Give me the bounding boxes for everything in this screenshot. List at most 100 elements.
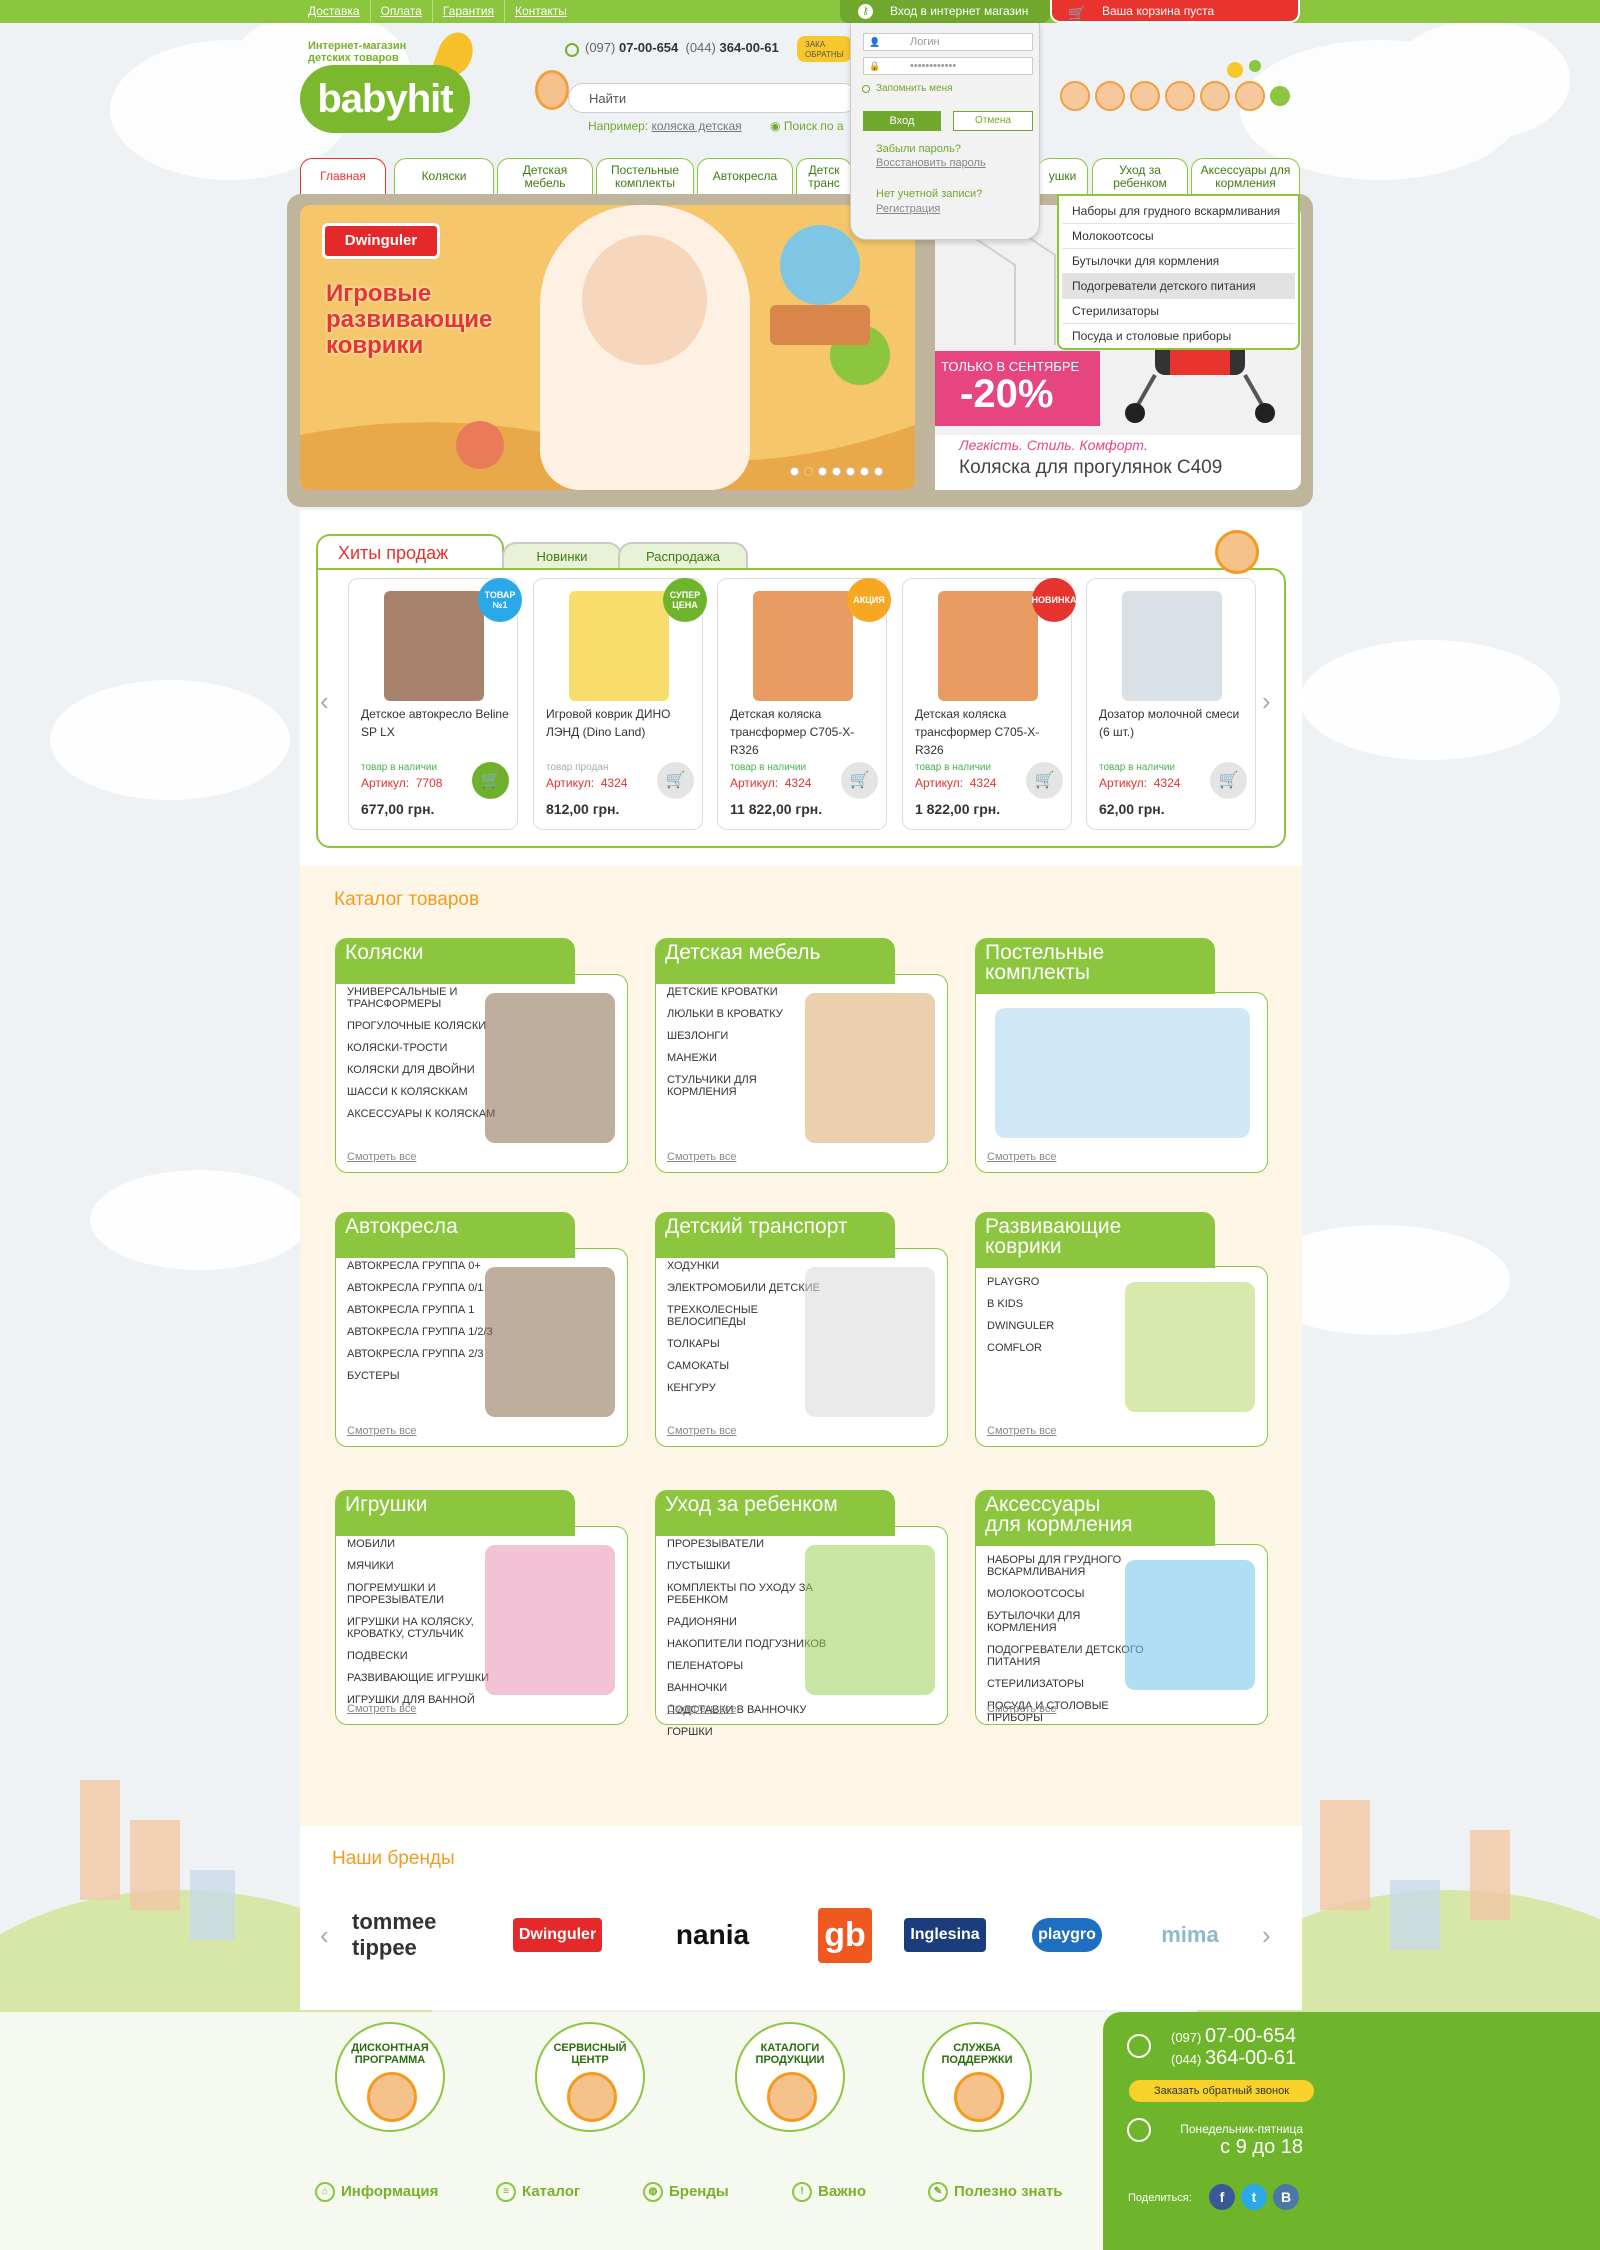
tab-home[interactable]: Главная — [300, 158, 386, 194]
register-link[interactable]: Регистрация — [876, 203, 940, 215]
category-link[interactable]: Прорезыватели — [667, 1538, 827, 1550]
product-name[interactable]: Детская коляска трансформер C705-X-R326 — [915, 705, 1065, 759]
see-all-link[interactable]: Смотреть все — [667, 1703, 736, 1715]
tab-bestsellers[interactable]: Хиты продаж — [316, 534, 504, 568]
category-link[interactable]: Стерилизаторы — [987, 1678, 1147, 1690]
brand-logo[interactable]: nania — [650, 1905, 775, 1965]
login-button[interactable]: Вход — [863, 111, 941, 131]
next-arrow-icon[interactable]: › — [1262, 686, 1271, 717]
category-image[interactable] — [805, 1545, 935, 1695]
slide-dot[interactable] — [818, 467, 827, 476]
see-all-link[interactable]: Смотреть все — [347, 1703, 416, 1715]
category-link[interactable]: Горшки — [667, 1726, 827, 1738]
product-name[interactable]: Детская коляска трансформер C705-X-R326 — [730, 705, 880, 759]
category-link[interactable]: Автокресла группа 1/2/3 — [347, 1326, 507, 1338]
prev-arrow-icon[interactable]: ‹ — [320, 686, 329, 717]
category-link[interactable]: Ходунки — [667, 1260, 827, 1272]
tab-bedding[interactable]: Постельные комплекты — [596, 158, 694, 194]
product-name[interactable]: Детское автокресло Beline SP LX — [361, 705, 511, 741]
product-image[interactable] — [569, 591, 669, 701]
add-to-cart-icon[interactable]: 🛒 — [1210, 762, 1247, 799]
catalog-category[interactable]: Детский транспорт Ходунки Электромобили де… — [655, 1212, 950, 1447]
category-link[interactable]: Пеленаторы — [667, 1660, 827, 1672]
brand-logo[interactable]: Dwinguler — [495, 1905, 620, 1965]
category-link[interactable]: Подогреватели детского питания — [987, 1644, 1147, 1668]
footer-link[interactable]: ◍ Бренды — [643, 2182, 729, 2202]
category-link[interactable]: Детские кроватки — [667, 986, 827, 998]
footer-link[interactable]: ✎ Полезно знать — [928, 2182, 1063, 2202]
brand-logo[interactable]: tommee tippee — [352, 1905, 462, 1965]
top-link-payment[interactable]: Оплата — [371, 0, 433, 23]
category-link[interactable]: Мобили — [347, 1538, 507, 1550]
category-link[interactable]: Бутылочки для кормления — [987, 1610, 1147, 1634]
category-link[interactable]: Dwinguler — [987, 1320, 1147, 1332]
category-link[interactable]: Автокресла группа 1 — [347, 1304, 507, 1316]
tab-care[interactable]: Уход за ребенком — [1092, 158, 1188, 194]
footer-service-circle[interactable]: СЕРВИСНЫЙ ЦЕНТР — [535, 2022, 645, 2132]
top-link-contacts[interactable]: Контакты — [505, 0, 577, 23]
category-image[interactable] — [485, 1545, 615, 1695]
brand-logo[interactable]: mima — [1140, 1905, 1240, 1965]
tab-furniture[interactable]: Детская мебель — [497, 158, 593, 194]
catalog-category[interactable]: Развивающие коврики Playgro B Kids Dwinguler… — [975, 1212, 1270, 1447]
category-image[interactable] — [805, 1267, 935, 1417]
see-all-link[interactable]: Смотреть все — [347, 1425, 416, 1437]
product-image[interactable] — [938, 591, 1038, 701]
category-link[interactable]: Коляски-трости — [347, 1042, 507, 1054]
category-link[interactable]: Наборы для грудного вскармливания — [987, 1554, 1147, 1578]
category-title[interactable]: Развивающие коврики — [975, 1212, 1215, 1268]
category-link[interactable]: Погремушки и прорезыватели — [347, 1582, 507, 1606]
search-input[interactable]: Найти — [568, 83, 858, 113]
category-link[interactable]: Накопители подгузников — [667, 1638, 827, 1650]
brand-logo[interactable]: playgro — [1012, 1905, 1122, 1965]
category-link[interactable]: Манежи — [667, 1052, 827, 1064]
category-link[interactable]: Шезлонги — [667, 1030, 827, 1042]
category-image[interactable] — [1125, 1282, 1255, 1412]
slide-dot[interactable] — [804, 467, 813, 476]
top-link-delivery[interactable]: Доставка — [300, 0, 371, 23]
product-image[interactable] — [384, 591, 484, 701]
add-to-cart-icon[interactable]: 🛒 — [472, 762, 509, 799]
brands-next-icon[interactable]: › — [1262, 1920, 1271, 1951]
search-option[interactable]: ◉ Поиск по а — [770, 119, 844, 133]
logo[interactable]: babyhit — [300, 65, 470, 133]
slide-dot[interactable] — [874, 467, 883, 476]
dropdown-item[interactable]: Бутылочки для кормления — [1062, 249, 1295, 274]
login-tab[interactable]: ⚷ Вход в интернет магазин — [840, 0, 1050, 23]
category-title[interactable]: Постельные комплекты — [975, 938, 1215, 994]
product-name[interactable]: Игровой коврик ДИНО ЛЭНД (Dino Land) — [546, 705, 696, 741]
slide-dot[interactable] — [832, 467, 841, 476]
tab-transport[interactable]: Детск транс — [796, 158, 852, 194]
slide-dot[interactable] — [790, 467, 799, 476]
search-example-link[interactable]: коляска детская — [652, 119, 742, 133]
category-title[interactable]: Игрушки — [335, 1490, 575, 1536]
category-link[interactable]: Самокаты — [667, 1360, 827, 1372]
brand-logo[interactable]: gb — [800, 1905, 890, 1965]
category-link[interactable]: Автокресла группа 0+ — [347, 1260, 507, 1272]
product-image[interactable] — [1122, 591, 1222, 701]
category-link[interactable]: Автокресла группа 2/3 — [347, 1348, 507, 1360]
category-link[interactable]: Универсальные и трансформеры — [347, 986, 507, 1010]
category-title[interactable]: Детская мебель — [655, 938, 895, 984]
slide-dot[interactable] — [846, 467, 855, 476]
category-link[interactable]: Коляски для двойни — [347, 1064, 507, 1076]
category-image[interactable] — [805, 993, 935, 1143]
tab-toys[interactable]: ушки — [1038, 158, 1088, 194]
category-link[interactable]: Подвески — [347, 1650, 507, 1662]
brand-logo[interactable]: Inglesina — [904, 1905, 986, 1965]
tab-car-seats[interactable]: Автокресла — [697, 158, 793, 194]
category-image[interactable] — [485, 1267, 615, 1417]
category-link[interactable]: Шасси к колясккам — [347, 1086, 507, 1098]
cancel-button[interactable]: Отмена — [953, 111, 1033, 131]
footer-link[interactable]: ! Важно — [792, 2182, 866, 2202]
add-to-cart-icon[interactable]: 🛒 — [657, 762, 694, 799]
product-name[interactable]: Дозатор молочной смеси (6 шт.) — [1099, 705, 1249, 741]
category-link[interactable]: Кенгуру — [667, 1382, 827, 1394]
main-banner[interactable]: Dwinguler Игровые развивающие коврики — [300, 205, 915, 490]
category-link[interactable]: Толкары — [667, 1338, 827, 1350]
cart-tab[interactable]: 🛒 Ваша корзина пуста — [1050, 0, 1300, 23]
catalog-category[interactable]: Автокресла Автокресла группа 0+ Автокресла… — [335, 1212, 630, 1447]
add-to-cart-icon[interactable]: 🛒 — [1026, 762, 1063, 799]
restore-password-link[interactable]: Восстановить пароль — [876, 157, 986, 169]
category-link[interactable]: B Kids — [987, 1298, 1147, 1310]
